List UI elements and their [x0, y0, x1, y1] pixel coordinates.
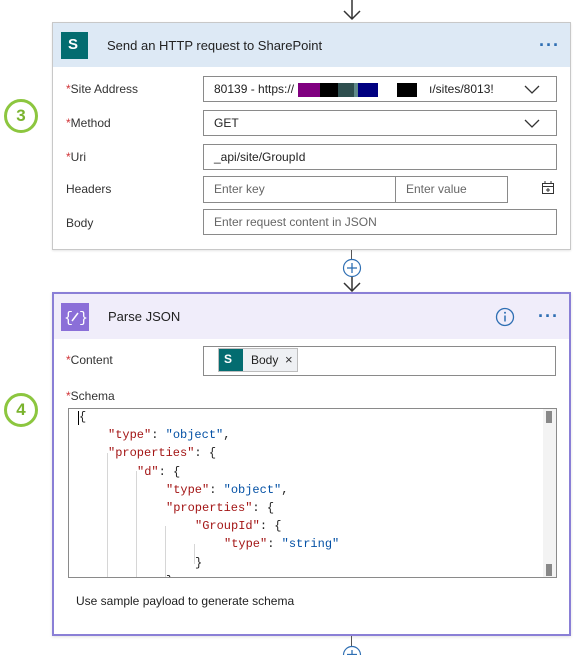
redacted-block	[358, 83, 378, 97]
code-line: "d": {	[137, 465, 180, 479]
step-badge-3: 3	[4, 99, 38, 133]
redacted-block	[298, 83, 320, 97]
chevron-down-icon	[524, 119, 540, 128]
down-arrow-icon	[343, 0, 361, 21]
more-options-button[interactable]: ···	[538, 307, 559, 325]
insert-step-button[interactable]	[342, 645, 362, 655]
svg-text:}: }	[79, 310, 88, 327]
indent-guide	[194, 544, 195, 564]
json-punctuation: : {	[194, 446, 217, 461]
json-punctuation: :	[209, 482, 224, 497]
json-punctuation: : {	[259, 519, 282, 534]
switch-to-text-mode-icon[interactable]	[541, 181, 555, 195]
more-options-button[interactable]: ···	[539, 36, 560, 54]
code-line: "type": "object",	[108, 428, 230, 442]
json-key: "GroupId"	[195, 519, 260, 534]
header-value-input[interactable]: Enter value	[395, 176, 508, 203]
json-string: "object"	[223, 482, 282, 497]
json-punctuation: {	[79, 410, 87, 424]
code-line: }	[166, 574, 173, 577]
code-line: "type": "object",	[166, 483, 288, 497]
json-punctuation: :	[151, 428, 166, 443]
redacted-block	[397, 83, 417, 97]
schema-label: *Schema	[66, 389, 115, 403]
down-arrow-icon	[343, 277, 361, 292]
parse-json-icon: { }	[61, 303, 89, 331]
editor-scrollbar[interactable]	[543, 409, 556, 577]
indent-guide	[136, 471, 137, 577]
svg-text:{: {	[64, 310, 73, 327]
json-key: "d"	[137, 464, 159, 479]
step-badge-4: 4	[4, 393, 38, 427]
code-line: {	[79, 410, 86, 424]
insert-step-button[interactable]	[342, 258, 362, 278]
json-key: "properties"	[166, 501, 253, 515]
redacted-block	[338, 83, 354, 97]
headers-label: Headers	[66, 182, 112, 196]
json-punctuation: : {	[158, 464, 181, 479]
json-string: "string"	[281, 537, 340, 552]
site-address-label: *Site Address	[66, 82, 139, 96]
site-address-value-start: 80139 - https://	[214, 82, 295, 96]
sample-payload-link[interactable]: Use sample payload to generate schema	[76, 594, 294, 608]
info-icon[interactable]	[495, 307, 515, 327]
json-punctuation: }	[166, 574, 173, 577]
json-key: "type"	[166, 482, 210, 497]
method-label: *Method	[66, 116, 111, 130]
remove-token-button[interactable]: ×	[285, 352, 293, 367]
site-address-dropdown[interactable]: 80139 - https:// ı/sites/8013!	[203, 76, 557, 102]
header-key-input[interactable]: Enter key	[203, 176, 396, 203]
method-dropdown[interactable]: GET	[203, 110, 557, 136]
token-label: Body	[251, 353, 279, 367]
json-string: "object"	[165, 428, 224, 443]
json-punctuation: ,	[281, 482, 289, 497]
code-line: "type": "string"	[224, 537, 339, 551]
json-key: "type"	[224, 537, 268, 552]
chevron-down-icon	[524, 85, 540, 94]
json-punctuation: ,	[223, 428, 231, 443]
indent-guide	[107, 453, 108, 577]
body-dynamic-token[interactable]: S Body ×	[218, 348, 298, 372]
json-key: "properties"	[108, 446, 195, 461]
scroll-down-handle[interactable]	[546, 564, 552, 576]
json-key: "type"	[108, 428, 152, 443]
sharepoint-icon: S	[219, 349, 243, 371]
method-value: GET	[214, 116, 239, 130]
code-line: "properties": {	[166, 501, 274, 515]
json-punctuation: }	[195, 555, 203, 570]
action-title: Parse JSON	[108, 309, 181, 324]
scroll-up-handle[interactable]	[546, 411, 552, 423]
json-punctuation: :	[267, 537, 282, 552]
body-input[interactable]: Enter request content in JSON	[203, 209, 557, 235]
action-header[interactable]: S Send an HTTP request to SharePoint ···	[53, 23, 570, 67]
code-line: "GroupId": {	[195, 519, 281, 533]
action-header[interactable]: { } Parse JSON ···	[54, 294, 569, 339]
json-punctuation: : {	[252, 501, 275, 515]
schema-code-editor[interactable]: {"type": "object", "properties": {"d": {"…	[68, 408, 557, 578]
indent-guide	[165, 526, 166, 577]
action-title: Send an HTTP request to SharePoint	[107, 38, 323, 53]
text-cursor	[78, 411, 79, 425]
uri-label: *Uri	[66, 150, 86, 164]
code-line: }	[195, 556, 202, 570]
code-line: "properties": {	[108, 446, 216, 460]
sharepoint-icon: S	[61, 32, 88, 59]
body-label: Body	[66, 216, 94, 230]
uri-input[interactable]: _api/site/GroupId	[203, 144, 557, 170]
redacted-block	[320, 83, 338, 97]
content-label: *Content	[66, 353, 113, 367]
site-address-value-end: ı/sites/8013!	[429, 82, 494, 96]
